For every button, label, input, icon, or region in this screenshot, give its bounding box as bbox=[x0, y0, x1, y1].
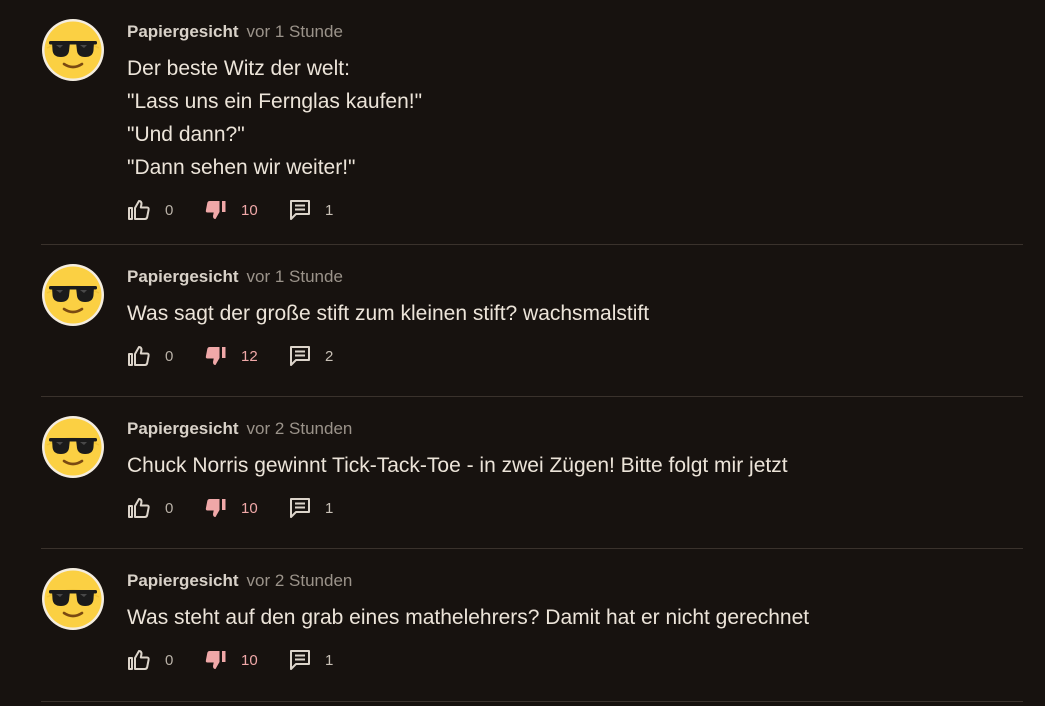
comment-icon bbox=[289, 199, 311, 221]
comment-author[interactable]: Papiergesicht bbox=[127, 419, 239, 438]
comment-time: vor 2 Stunden bbox=[246, 419, 353, 438]
thumbs-up-icon bbox=[127, 496, 151, 520]
thumbs-up-icon bbox=[127, 344, 151, 368]
comment-author[interactable]: Papiergesicht bbox=[127, 571, 239, 590]
reply-button[interactable]: 1 bbox=[289, 497, 349, 519]
reply-count: 1 bbox=[325, 499, 334, 517]
like-count: 0 bbox=[165, 499, 174, 517]
dislike-button[interactable]: 10 bbox=[203, 198, 289, 222]
comment-time: vor 1 Stunde bbox=[246, 267, 343, 286]
dislike-count: 12 bbox=[241, 347, 258, 365]
dislike-button[interactable]: 10 bbox=[203, 496, 289, 520]
comment-item: Papiergesicht vor 1 Stunde Was sagt der g… bbox=[41, 245, 1023, 397]
comment-icon bbox=[289, 649, 311, 671]
thumbs-down-icon bbox=[203, 496, 227, 520]
like-count: 0 bbox=[165, 347, 174, 365]
comment-time: vor 2 Stunden bbox=[246, 571, 353, 590]
comment-actions: 0 10 1 bbox=[127, 198, 1023, 222]
comment-line: "Dann sehen wir weiter!" bbox=[127, 156, 356, 179]
comment-line: "Und dann?" bbox=[127, 123, 245, 146]
comment-author[interactable]: Papiergesicht bbox=[127, 267, 239, 286]
reply-button[interactable]: 1 bbox=[289, 649, 349, 671]
dislike-count: 10 bbox=[241, 499, 258, 517]
comment-actions: 0 10 1 bbox=[127, 496, 1023, 520]
sunglasses-emoji-icon[interactable] bbox=[41, 263, 105, 327]
comment-body: Chuck Norris gewinnt Tick-Tack-Toe - in … bbox=[127, 449, 1023, 482]
like-count: 0 bbox=[165, 651, 174, 669]
comment-item: Papiergesicht vor 2 Stunden Chuck Norris … bbox=[41, 397, 1023, 549]
sunglasses-emoji-icon[interactable] bbox=[41, 18, 105, 82]
sunglasses-emoji-icon[interactable] bbox=[41, 415, 105, 479]
thumbs-up-icon bbox=[127, 198, 151, 222]
comment-line: Der beste Witz der welt: bbox=[127, 57, 350, 80]
reply-count: 1 bbox=[325, 201, 334, 219]
comment-line: "Lass uns ein Fernglas kaufen!" bbox=[127, 90, 423, 113]
comment-icon bbox=[289, 497, 311, 519]
like-button[interactable]: 0 bbox=[127, 344, 203, 368]
comment-author[interactable]: Papiergesicht bbox=[127, 22, 239, 41]
like-button[interactable]: 0 bbox=[127, 198, 203, 222]
comment-actions: 0 10 1 bbox=[127, 648, 1023, 672]
dislike-button[interactable]: 10 bbox=[203, 648, 289, 672]
comment-body: Was steht auf den grab eines mathelehrer… bbox=[127, 601, 1023, 634]
dislike-count: 10 bbox=[241, 651, 258, 669]
thumbs-up-icon bbox=[127, 648, 151, 672]
comment-icon bbox=[289, 345, 311, 367]
comment-line: Was sagt der große stift zum kleinen sti… bbox=[127, 302, 650, 325]
like-button[interactable]: 0 bbox=[127, 496, 203, 520]
comment-body: Der beste Witz der welt: "Lass uns ein F… bbox=[127, 52, 1023, 184]
thumbs-down-icon bbox=[203, 344, 227, 368]
like-button[interactable]: 0 bbox=[127, 648, 203, 672]
comment-line: Was steht auf den grab eines mathelehrer… bbox=[127, 606, 810, 629]
comment-body: Was sagt der große stift zum kleinen sti… bbox=[127, 297, 1023, 330]
dislike-count: 10 bbox=[241, 201, 258, 219]
comment-item: Papiergesicht vor 2 Stunden Was steht auf… bbox=[41, 549, 1023, 702]
sunglasses-emoji-icon[interactable] bbox=[41, 567, 105, 631]
dislike-button[interactable]: 12 bbox=[203, 344, 289, 368]
comment-item: Papiergesicht vor 1 Stunde Der beste Witz… bbox=[41, 0, 1023, 245]
thumbs-down-icon bbox=[203, 198, 227, 222]
thumbs-down-icon bbox=[203, 648, 227, 672]
comment-feed: Papiergesicht vor 1 Stunde Der beste Witz… bbox=[0, 0, 1045, 706]
comment-actions: 0 12 2 bbox=[127, 344, 1023, 368]
comment-line: Chuck Norris gewinnt Tick-Tack-Toe - in … bbox=[127, 454, 788, 477]
reply-count: 2 bbox=[325, 347, 334, 365]
reply-count: 1 bbox=[325, 651, 334, 669]
like-count: 0 bbox=[165, 201, 174, 219]
reply-button[interactable]: 2 bbox=[289, 345, 349, 367]
comment-time: vor 1 Stunde bbox=[246, 22, 343, 41]
reply-button[interactable]: 1 bbox=[289, 199, 349, 221]
